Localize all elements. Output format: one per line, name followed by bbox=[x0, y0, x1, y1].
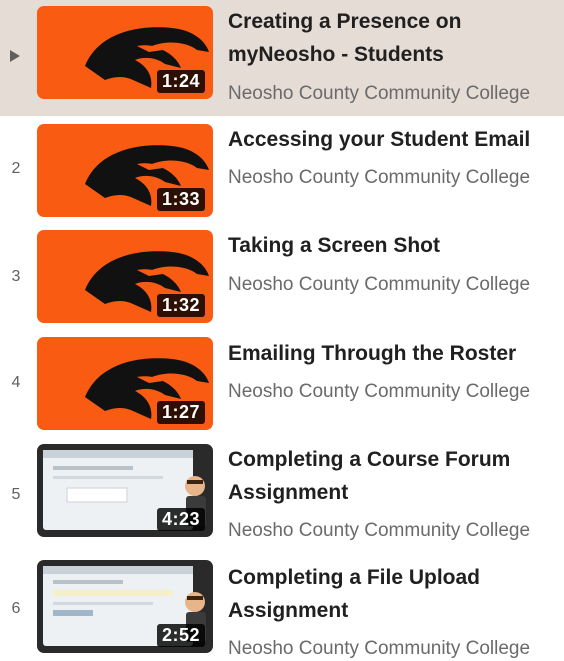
playlist-item-5[interactable]: 5 4:23 Completing a Course Forum Assignm… bbox=[0, 436, 564, 550]
channel-name[interactable]: Neosho County Community College bbox=[228, 638, 564, 660]
video-duration: 1:27 bbox=[156, 401, 205, 424]
video-title[interactable]: Accessing your Student Email bbox=[228, 123, 558, 156]
channel-name[interactable]: Neosho County Community College bbox=[228, 520, 564, 542]
video-title-line: Creating a Presence on bbox=[228, 10, 462, 33]
video-thumbnail[interactable]: 2:52 bbox=[37, 560, 213, 653]
playlist-item-2[interactable]: 2 1:33 Accessing your Student Email Neos… bbox=[0, 116, 564, 222]
video-duration: 1:32 bbox=[156, 294, 205, 317]
video-thumbnail[interactable]: 1:24 bbox=[37, 6, 213, 99]
video-duration: 2:52 bbox=[156, 624, 205, 647]
playlist-index: 6 bbox=[11, 600, 21, 617]
video-thumbnail[interactable]: 4:23 bbox=[37, 444, 213, 537]
channel-name[interactable]: Neosho County Community College bbox=[228, 274, 564, 296]
video-thumbnail[interactable]: 1:27 bbox=[37, 337, 213, 430]
channel-name[interactable]: Neosho County Community College bbox=[228, 381, 564, 403]
playlist-index: 3 bbox=[11, 268, 21, 285]
video-duration: 4:23 bbox=[156, 508, 205, 531]
playlist-index: 5 bbox=[11, 486, 21, 503]
video-title-line: Assignment bbox=[228, 599, 349, 622]
video-title[interactable]: Taking a Screen Shot bbox=[228, 229, 558, 262]
channel-name[interactable]: Neosho County Community College bbox=[228, 83, 564, 105]
playlist-item-4[interactable]: 4 1:27 Emailing Through the Roster Neosh… bbox=[0, 330, 564, 436]
video-title[interactable]: Completing a File Upload Assignment bbox=[228, 561, 558, 627]
video-thumbnail[interactable]: 1:32 bbox=[37, 230, 213, 323]
playlist-index: 2 bbox=[11, 160, 21, 177]
video-duration: 1:24 bbox=[156, 70, 205, 93]
channel-name[interactable]: Neosho County Community College bbox=[228, 167, 564, 189]
playlist-item-6[interactable]: 6 2:52 Completing a File Upload Assignme… bbox=[0, 550, 564, 661]
now-playing-icon bbox=[10, 50, 20, 62]
playlist-item-3[interactable]: 3 1:32 Taking a Screen Shot Neosho Count… bbox=[0, 222, 564, 330]
video-title-line: Completing a Course Forum bbox=[228, 448, 511, 471]
playlist: 1:24 Creating a Presence on myNeosho - S… bbox=[0, 0, 564, 661]
video-title[interactable]: Creating a Presence on myNeosho - Studen… bbox=[228, 5, 558, 71]
playlist-item-1[interactable]: 1:24 Creating a Presence on myNeosho - S… bbox=[0, 0, 564, 116]
video-title[interactable]: Completing a Course Forum Assignment bbox=[228, 443, 558, 509]
video-title[interactable]: Emailing Through the Roster bbox=[228, 337, 558, 370]
video-title-line: Assignment bbox=[228, 481, 349, 504]
video-thumbnail[interactable]: 1:33 bbox=[37, 124, 213, 217]
video-title-line: myNeosho - Students bbox=[228, 43, 444, 66]
video-title-line: Completing a File Upload bbox=[228, 566, 481, 589]
playlist-index: 4 bbox=[11, 374, 21, 391]
video-duration: 1:33 bbox=[156, 188, 205, 211]
